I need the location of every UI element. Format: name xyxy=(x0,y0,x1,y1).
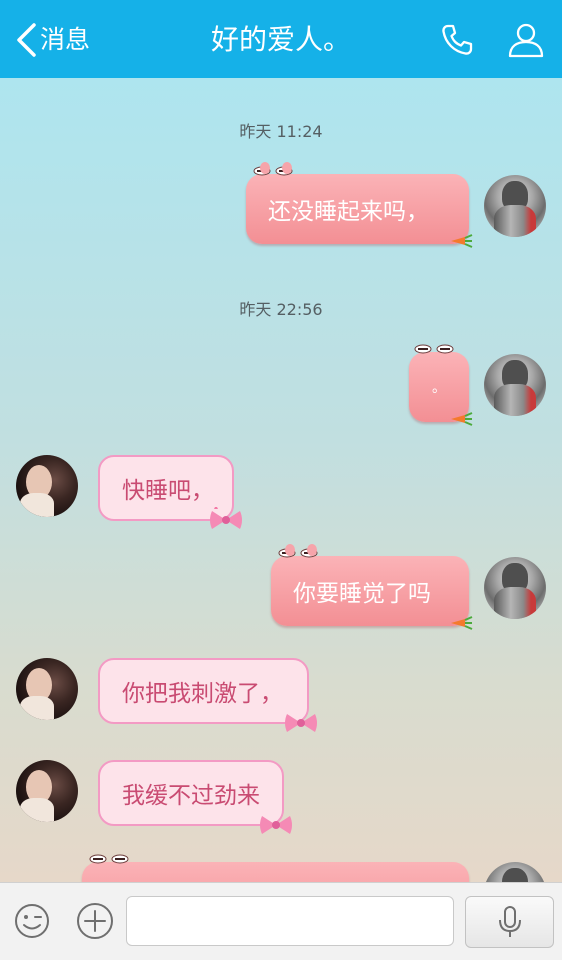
bunny-ear-decoration xyxy=(282,162,292,174)
message-bubble-incoming[interactable]: 快睡吧， xyxy=(98,455,242,529)
microphone-icon xyxy=(498,906,521,937)
bow-decoration-icon xyxy=(210,507,242,529)
emoji-icon xyxy=(15,904,49,938)
message-text: 我缓不过劲来 xyxy=(122,783,260,809)
message-text: 还没睡起来吗， xyxy=(268,199,429,225)
emoji-button[interactable] xyxy=(12,901,52,941)
bunny-ear-decoration xyxy=(307,544,317,556)
person-icon xyxy=(508,23,544,58)
my-avatar[interactable] xyxy=(484,175,546,237)
message-bubble-outgoing[interactable]: 你要睡觉了吗 xyxy=(271,544,473,630)
bunny-ear-decoration xyxy=(260,162,270,174)
my-avatar[interactable] xyxy=(484,557,546,619)
voice-record-button[interactable] xyxy=(465,896,554,948)
message-list[interactable]: 昨天 11:24 还没睡起来吗， 昨天 22:56 。 快睡吧， 你要睡觉了吗 … xyxy=(0,78,562,882)
message-input[interactable] xyxy=(126,896,454,946)
call-button[interactable] xyxy=(436,19,478,61)
bunny-ear-decoration xyxy=(285,544,295,556)
bow-decoration-icon xyxy=(285,714,317,732)
message-bubble-incoming[interactable]: 你把我刺激了， xyxy=(98,658,317,732)
contact-avatar[interactable] xyxy=(16,658,78,720)
phone-icon xyxy=(442,24,473,55)
timestamp: 昨天 22:56 xyxy=(239,300,323,319)
message-text: 快睡吧， xyxy=(122,478,214,504)
bunny-face-decoration xyxy=(414,344,454,354)
message-text: 你把我刺激了， xyxy=(122,681,283,707)
message-input-bar xyxy=(0,882,562,960)
my-avatar[interactable] xyxy=(484,354,546,416)
bow-decoration-icon xyxy=(260,816,292,834)
bunny-face-decoration xyxy=(89,854,129,864)
message-bubble-incoming[interactable]: 我缓不过劲来 xyxy=(98,760,292,834)
contact-avatar[interactable] xyxy=(16,455,78,517)
carrot-icon xyxy=(451,412,473,426)
timestamp: 昨天 11:24 xyxy=(239,122,323,141)
contact-profile-button[interactable] xyxy=(505,19,547,61)
plus-icon xyxy=(77,903,113,939)
more-options-button[interactable] xyxy=(75,901,115,941)
message-text: 。 xyxy=(432,380,446,396)
contact-avatar[interactable] xyxy=(16,760,78,822)
carrot-icon xyxy=(451,234,473,248)
title-bar: 消息 好的爱人。 xyxy=(0,0,562,78)
message-bubble-outgoing[interactable]: 还没睡起来吗， xyxy=(246,162,473,248)
message-bubble-outgoing-partial[interactable] xyxy=(82,854,469,882)
carrot-icon xyxy=(451,616,473,630)
message-text: 你要睡觉了吗 xyxy=(293,581,431,607)
my-avatar[interactable] xyxy=(484,862,546,882)
message-bubble-outgoing[interactable]: 。 xyxy=(409,344,473,426)
